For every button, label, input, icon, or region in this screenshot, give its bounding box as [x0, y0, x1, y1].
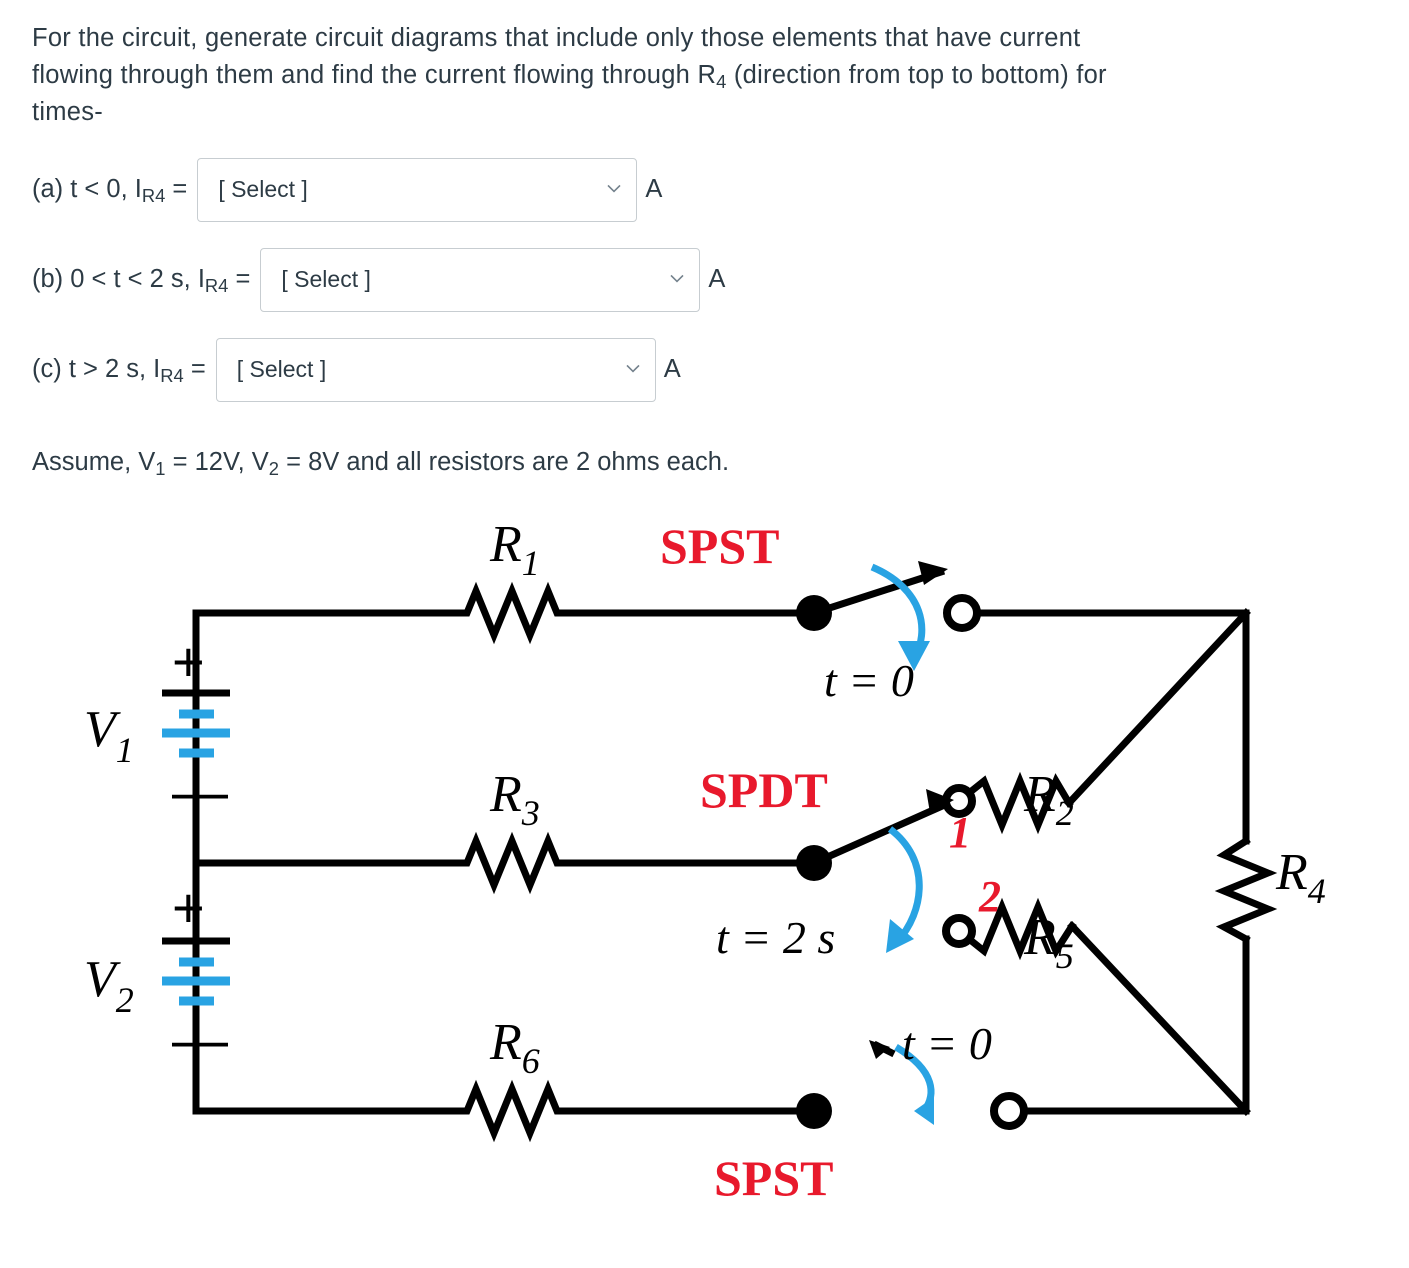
chevron-down-icon	[625, 360, 641, 376]
select-answer-c[interactable]: [ Select ]	[215, 337, 656, 402]
spst-top-throw	[943, 593, 981, 632]
question-a-label: (a) t < 0, IR4 =	[32, 175, 188, 207]
unit-a: A	[645, 175, 663, 204]
circuit-wires	[192, 581, 1278, 1142]
spst-bottom-pole	[796, 1092, 832, 1129]
label-spdt: SPDT	[700, 762, 828, 818]
assume-mid: = 12V, V	[165, 447, 269, 476]
circuit-diagram: R1 SPST t = 0 V1 + — V2 + — R3 SPDT R2 1…	[24, 511, 1404, 1211]
label-v2: V2	[84, 951, 134, 1020]
question-row-b: (b) 0 < t < 2 s, IR4 = [ Select ] A	[32, 247, 1379, 312]
question-c-label: (c) t > 2 s, IR4 =	[32, 355, 206, 387]
prompt-line-2-pre: flowing through them and find the curren…	[32, 61, 717, 90]
label-r4: R4	[1275, 844, 1326, 911]
motion-arrow-bottom	[914, 1096, 934, 1125]
question-a-label-post: =	[165, 175, 188, 204]
label-t0-bottom: t = 0	[902, 1018, 992, 1069]
question-b-label-pre: (b) 0 < t < 2 s, I	[32, 265, 205, 294]
label-spst-top: SPST	[660, 518, 780, 574]
label-v2-minus: —	[172, 1008, 228, 1071]
select-answer-a[interactable]: [ Select ]	[197, 157, 638, 222]
assume-post: = 8V and all resistors are 2 ohms each.	[279, 447, 730, 476]
question-row-c: (c) t > 2 s, IR4 = [ Select ] A	[32, 337, 1379, 402]
label-t0-top: t = 0	[824, 655, 914, 706]
label-v1-minus: —	[172, 760, 228, 823]
question-row-a: (a) t < 0, IR4 = [ Select ] A	[32, 157, 1379, 222]
assume-pre: Assume, V	[32, 447, 156, 476]
label-r1: R1	[489, 516, 540, 583]
blade-arrowheads	[918, 560, 954, 813]
question-c-label-post: =	[183, 355, 206, 384]
select-answer-a-value: [ Select ]	[218, 176, 308, 203]
label-pole-2: 2	[978, 872, 1001, 921]
prompt-line-2-post: (direction from top to bottom) for	[726, 61, 1107, 90]
question-b-label: (b) 0 < t < 2 s, IR4 =	[32, 265, 251, 297]
question-a-label-sub: R4	[141, 185, 166, 207]
bottom-left-arrow	[869, 1039, 896, 1059]
label-v2-plus: +	[172, 876, 205, 939]
question-a-label-pre: (a) t < 0, I	[32, 175, 142, 204]
label-t2s: t = 2 s	[716, 912, 835, 963]
chevron-down-icon	[606, 180, 622, 196]
chevron-down-icon	[669, 270, 685, 286]
label-r2: R2	[1023, 766, 1074, 833]
prompt-line-1: For the circuit, generate circuit diagra…	[32, 24, 1081, 52]
question-b-label-sub: R4	[204, 275, 229, 297]
circuit-svg: R1 SPST t = 0 V1 + — V2 + — R3 SPDT R2 1…	[84, 516, 1326, 1206]
label-spst-bottom: SPST	[714, 1150, 834, 1206]
question-c-label-sub: R4	[160, 365, 184, 387]
prompt-line-3: times-	[32, 98, 103, 127]
question-prompt: For the circuit, generate circuit diagra…	[32, 20, 1379, 132]
label-r6: R6	[489, 1014, 540, 1081]
label-pole-1: 1	[949, 808, 971, 857]
spdt-throw-2	[942, 913, 976, 948]
unit-b: A	[708, 265, 726, 294]
label-v1: V1	[84, 701, 134, 770]
assume-sub-1: 1	[155, 457, 166, 479]
label-r3: R3	[489, 766, 540, 833]
select-answer-c-value: [ Select ]	[236, 356, 327, 383]
prompt-line-2-sub: 4	[716, 71, 727, 93]
spst-bottom-throw	[990, 1091, 1028, 1130]
label-v1-plus: +	[172, 630, 205, 693]
unit-c: A	[663, 355, 681, 384]
label-r5: R5	[1023, 909, 1074, 976]
assignment-page: For the circuit, generate circuit diagra…	[0, 0, 1409, 1268]
question-c-label-pre: (c) t > 2 s, I	[32, 355, 161, 384]
assumption-text: Assume, V1 = 12V, V2 = 8V and all resist…	[32, 447, 1379, 479]
assume-sub-2: 2	[268, 457, 280, 479]
select-answer-b-value: [ Select ]	[281, 266, 371, 293]
question-b-label-post: =	[228, 265, 251, 294]
select-answer-b[interactable]: [ Select ]	[260, 247, 701, 312]
